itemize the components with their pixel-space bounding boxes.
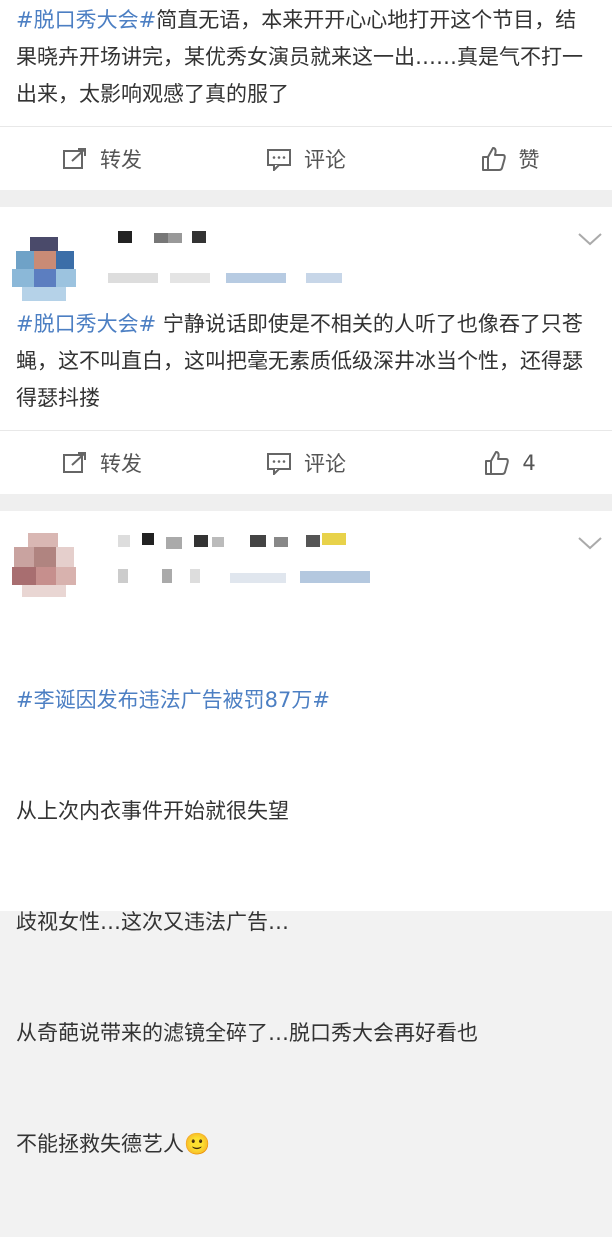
- post-header: [0, 511, 612, 608]
- post-line: 不能拯救失德艺人🙂: [16, 1132, 211, 1156]
- topic-link[interactable]: #脱口秀大会#: [16, 8, 156, 32]
- chevron-down-icon[interactable]: [576, 229, 604, 249]
- repost-icon: [63, 147, 86, 169]
- avatar[interactable]: [12, 237, 76, 301]
- like-icon: [481, 146, 506, 171]
- post-card-3: #李诞因发布违法广告被罚87万# 从上次内衣事件开始就很失望 歧视女性…这次又违…: [0, 511, 612, 1156]
- topic-link[interactable]: #脱口秀大会#: [16, 312, 156, 336]
- like-button[interactable]: 4: [408, 450, 612, 476]
- comment-icon: [267, 148, 291, 171]
- repost-button[interactable]: 转发: [0, 144, 204, 174]
- post-text: #脱口秀大会# 宁静说话即使是不相关的人听了也像吞了只苍蝇，这不叫直白，这叫把毫…: [0, 304, 612, 430]
- avatar[interactable]: [12, 533, 76, 597]
- post-card-1: #脱口秀大会#简直无语，本来开开心心地打开这个节目，结果晓卉开场讲完，某优秀女演…: [0, 0, 612, 190]
- comment-button[interactable]: 评论: [204, 144, 408, 174]
- post-text: #脱口秀大会#简直无语，本来开开心心地打开这个节目，结果晓卉开场讲完，某优秀女演…: [0, 0, 612, 126]
- repost-icon: [63, 451, 86, 473]
- post-text: #李诞因发布违法广告被罚87万# 从上次内衣事件开始就很失望 歧视女性…这次又违…: [0, 608, 612, 1237]
- chevron-down-icon[interactable]: [576, 533, 604, 553]
- like-icon: [485, 450, 510, 475]
- comment-label: 评论: [304, 147, 346, 172]
- action-bar: 转发 评论 赞: [0, 126, 612, 190]
- post-card-2: #脱口秀大会# 宁静说话即使是不相关的人听了也像吞了只苍蝇，这不叫直白，这叫把毫…: [0, 207, 612, 494]
- post-divider: [0, 494, 612, 511]
- post-line: 歧视女性…这次又违法广告…: [16, 910, 289, 934]
- like-label: 赞: [518, 147, 540, 172]
- repost-label: 转发: [100, 451, 142, 476]
- comment-label: 评论: [304, 451, 346, 476]
- post-line: 从上次内衣事件开始就很失望: [16, 799, 289, 823]
- post-line: 从奇葩说带来的滤镜全碎了…脱口秀大会再好看也: [16, 1021, 478, 1045]
- comment-icon: [267, 452, 291, 475]
- topic-link[interactable]: #李诞因发布违法广告被罚87万#: [16, 682, 596, 719]
- comment-button[interactable]: 评论: [204, 448, 408, 478]
- post-divider: [0, 190, 612, 207]
- repost-button[interactable]: 转发: [0, 448, 204, 478]
- like-button[interactable]: 赞: [408, 144, 612, 174]
- action-bar: 转发 评论 4: [0, 430, 612, 494]
- post-header: [0, 207, 612, 304]
- repost-label: 转发: [100, 147, 142, 172]
- like-count: 4: [522, 450, 536, 475]
